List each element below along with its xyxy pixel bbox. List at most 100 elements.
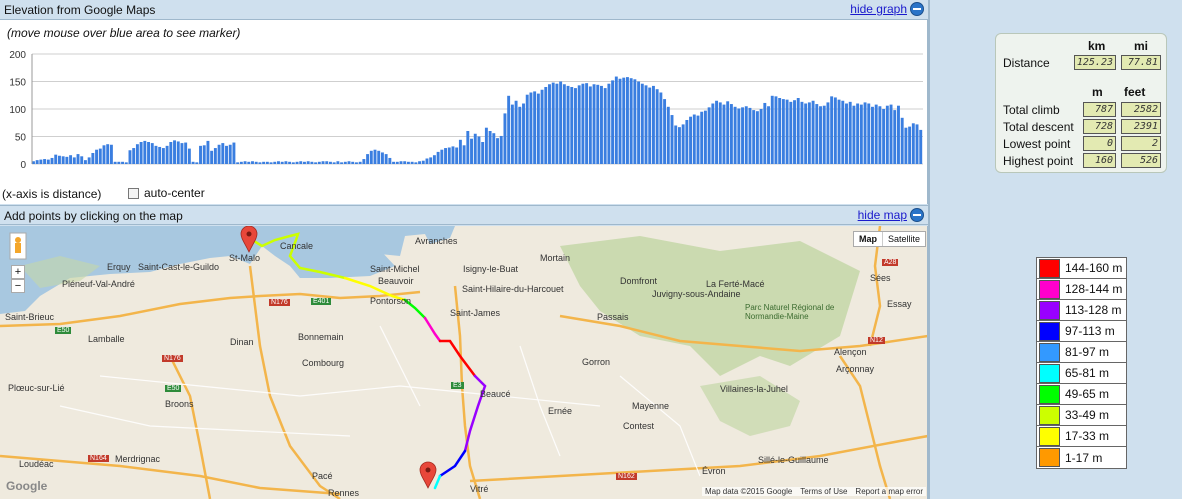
elevation-bar[interactable] bbox=[651, 85, 655, 164]
elevation-bar[interactable] bbox=[577, 85, 581, 164]
elevation-bar[interactable] bbox=[900, 117, 904, 164]
elevation-bar[interactable] bbox=[466, 131, 470, 164]
elevation-chart[interactable]: 0 50 100 150 200 bbox=[0, 44, 928, 186]
elevation-bar[interactable] bbox=[54, 154, 58, 164]
elevation-bar[interactable] bbox=[878, 106, 882, 164]
elevation-bar[interactable] bbox=[239, 161, 243, 164]
elevation-bar[interactable] bbox=[61, 156, 65, 164]
elevation-bar[interactable] bbox=[659, 92, 663, 165]
elevation-bar[interactable] bbox=[603, 88, 607, 164]
elevation-bar[interactable] bbox=[893, 110, 897, 164]
elevation-bar[interactable] bbox=[897, 105, 900, 164]
elevation-bar[interactable] bbox=[484, 127, 488, 164]
elevation-bar[interactable] bbox=[533, 91, 537, 164]
elevation-bar[interactable] bbox=[470, 138, 473, 164]
elevation-bar[interactable] bbox=[692, 114, 696, 165]
elevation-bar[interactable] bbox=[295, 161, 299, 164]
hide-map-label[interactable]: hide map bbox=[858, 208, 907, 222]
elevation-bar[interactable] bbox=[681, 124, 685, 164]
elevation-bar[interactable] bbox=[759, 109, 763, 164]
elevation-bar[interactable] bbox=[867, 103, 871, 165]
elevation-bar[interactable] bbox=[436, 151, 440, 164]
elevation-bar[interactable] bbox=[418, 161, 422, 164]
elevation-bar[interactable] bbox=[169, 142, 173, 164]
elevation-bar[interactable] bbox=[128, 150, 132, 164]
elevation-bar[interactable] bbox=[655, 89, 659, 164]
elevation-bar[interactable] bbox=[718, 102, 722, 164]
elevation-bar[interactable] bbox=[748, 107, 752, 164]
elevation-bar[interactable] bbox=[273, 161, 277, 164]
elevation-bar[interactable] bbox=[373, 149, 377, 164]
elevation-bar[interactable] bbox=[403, 161, 407, 164]
elevation-bar[interactable] bbox=[451, 146, 455, 164]
elevation-bar[interactable] bbox=[911, 123, 915, 164]
elevation-bar[interactable] bbox=[856, 103, 860, 165]
elevation-bar[interactable] bbox=[689, 116, 693, 164]
elevation-bar[interactable] bbox=[529, 92, 533, 165]
elevation-bar[interactable] bbox=[559, 81, 563, 165]
elevation-bar[interactable] bbox=[150, 143, 154, 164]
elevation-bar[interactable] bbox=[325, 161, 329, 164]
elevation-bar[interactable] bbox=[176, 141, 180, 164]
elevation-bar[interactable] bbox=[102, 145, 106, 164]
elevation-bar[interactable] bbox=[629, 78, 633, 164]
elevation-bar[interactable] bbox=[447, 147, 451, 165]
elevation-bar[interactable] bbox=[852, 105, 856, 164]
elevation-bar[interactable] bbox=[406, 161, 410, 164]
elevation-bar[interactable] bbox=[154, 145, 158, 164]
elevation-bar[interactable] bbox=[265, 161, 269, 164]
elevation-bar[interactable] bbox=[507, 95, 511, 164]
report-map-error-link[interactable]: Report a map error bbox=[855, 487, 923, 496]
elevation-bar[interactable] bbox=[332, 162, 336, 164]
zoom-out-button[interactable]: − bbox=[11, 279, 25, 293]
elevation-bar[interactable] bbox=[392, 161, 396, 164]
elevation-bar[interactable] bbox=[741, 107, 744, 164]
elevation-bar[interactable] bbox=[195, 162, 199, 164]
elevation-bar[interactable] bbox=[518, 106, 522, 164]
terms-of-use-link[interactable]: Terms of Use bbox=[800, 487, 847, 496]
elevation-bar[interactable] bbox=[822, 105, 826, 164]
elevation-bar[interactable] bbox=[611, 80, 615, 164]
elevation-bar[interactable] bbox=[767, 106, 770, 164]
elevation-bar[interactable] bbox=[763, 102, 767, 164]
hide-graph-label[interactable]: hide graph bbox=[850, 2, 907, 16]
elevation-bar[interactable] bbox=[458, 139, 462, 164]
elevation-bar[interactable] bbox=[555, 83, 559, 164]
elevation-bar[interactable] bbox=[707, 107, 711, 164]
elevation-bar[interactable] bbox=[124, 162, 128, 164]
elevation-bar[interactable] bbox=[796, 98, 800, 164]
elevation-bar[interactable] bbox=[147, 142, 150, 164]
elevation-bar[interactable] bbox=[685, 120, 689, 164]
elevation-bar[interactable] bbox=[206, 140, 210, 164]
elevation-bar[interactable] bbox=[703, 110, 707, 164]
elevation-bar[interactable] bbox=[291, 162, 295, 164]
elevation-bar[interactable] bbox=[785, 99, 789, 164]
elevation-bar[interactable] bbox=[871, 106, 874, 164]
elevation-bar[interactable] bbox=[551, 82, 555, 164]
elevation-bar[interactable] bbox=[210, 150, 214, 164]
elevation-bar[interactable] bbox=[574, 88, 577, 164]
elevation-bar[interactable] bbox=[377, 150, 381, 164]
elevation-bar[interactable] bbox=[919, 129, 923, 164]
elevation-bar[interactable] bbox=[180, 143, 184, 164]
elevation-bar[interactable] bbox=[570, 87, 574, 164]
elevation-bar[interactable] bbox=[72, 157, 76, 164]
elevation-bar[interactable] bbox=[109, 144, 113, 164]
elevation-bar[interactable] bbox=[607, 83, 611, 164]
elevation-bar[interactable] bbox=[340, 162, 344, 164]
elevation-bar[interactable] bbox=[247, 161, 251, 164]
elevation-bar[interactable] bbox=[863, 102, 867, 164]
elevation-bar[interactable] bbox=[251, 161, 254, 164]
elevation-bar[interactable] bbox=[562, 84, 566, 164]
elevation-bar[interactable] bbox=[310, 161, 314, 164]
elevation-bar[interactable] bbox=[57, 155, 61, 164]
elevation-bar[interactable] bbox=[648, 87, 652, 164]
elevation-bar[interactable] bbox=[165, 145, 169, 164]
elevation-bar[interactable] bbox=[885, 105, 889, 164]
elevation-bar[interactable] bbox=[874, 104, 878, 164]
elevation-bar[interactable] bbox=[421, 160, 425, 164]
elevation-bar[interactable] bbox=[217, 144, 221, 164]
elevation-bar[interactable] bbox=[117, 161, 121, 164]
elevation-bar[interactable] bbox=[848, 101, 852, 164]
elevation-bar[interactable] bbox=[626, 77, 629, 164]
